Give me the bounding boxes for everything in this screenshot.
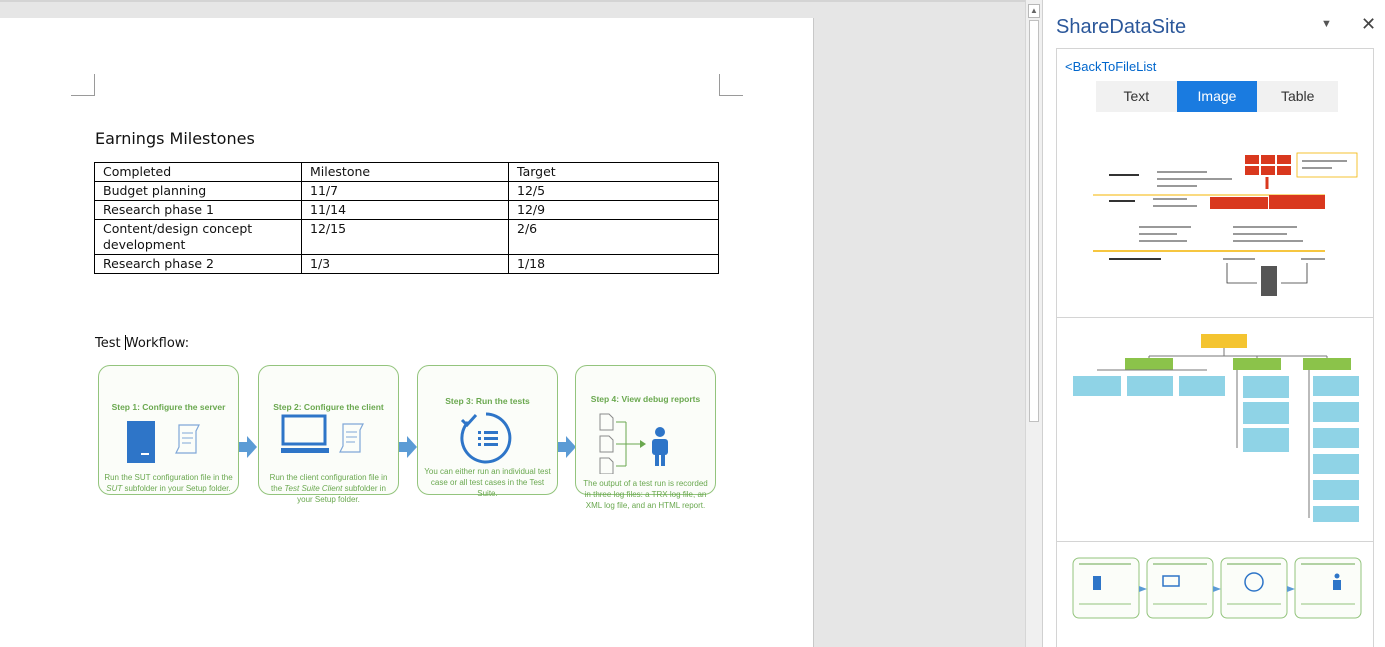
back-to-file-list-link[interactable]: <BackToFileList (1065, 59, 1156, 74)
table-cell[interactable]: 12/15 (301, 219, 509, 255)
table-row: Content/design concept development 12/15… (94, 219, 719, 255)
step-title: Step 3: Run the tests (445, 396, 530, 406)
ruler-line (0, 0, 1025, 2)
tab-bar: Text Image Table (1096, 81, 1339, 112)
page-corner-mark-right (719, 74, 743, 96)
table-cell[interactable]: 1/3 (301, 254, 509, 274)
tab-text[interactable]: Text (1096, 81, 1177, 112)
document-page[interactable] (0, 18, 814, 647)
table-cell[interactable]: Research phase 2 (94, 254, 302, 274)
table-header-cell[interactable]: Completed (94, 162, 302, 182)
task-pane: ShareDataSite ▼ ✕ <BackToFileList Text I… (1042, 0, 1385, 647)
run-tests-icon (460, 412, 512, 464)
workflow-label-part: Workflow: (125, 336, 190, 351)
log-files-to-user-icon (599, 413, 668, 474)
tab-table[interactable]: Table (1257, 81, 1339, 112)
step-description: You can either run an individual test ca… (424, 467, 551, 498)
table-cell[interactable]: 1/18 (508, 254, 719, 274)
table-cell[interactable]: Budget planning (94, 181, 302, 201)
scrollbar-thumb[interactable] (1029, 20, 1039, 422)
table-cell[interactable]: 2/6 (508, 219, 719, 255)
step-description: Run the client configuration file in the… (263, 472, 394, 505)
step-title: Step 1: Configure the server (111, 402, 226, 412)
page-corner-mark-left (71, 74, 95, 96)
test-workflow-image (1072, 557, 1362, 619)
architecture-diagram-image (1093, 152, 1358, 296)
computer-icon (281, 414, 364, 453)
table-header-cell[interactable]: Target (508, 162, 719, 182)
flow-arrow-stem (399, 442, 407, 452)
workflow-step-3[interactable]: Step 3: Run the tests You can either run… (417, 365, 558, 498)
table-cell[interactable]: 12/5 (508, 181, 719, 201)
chevron-down-icon[interactable]: ▼ (1321, 18, 1332, 30)
step-desc-emphasis: SUT (106, 484, 123, 493)
scroll-up-arrow-icon[interactable]: ▲ (1028, 4, 1040, 18)
step-desc-text: subfolder in your Setup folder. (122, 484, 231, 493)
document-heading[interactable]: Earnings Milestones (95, 129, 255, 148)
table-header-row: Completed Milestone Target (94, 162, 719, 182)
table-row: Research phase 1 11/14 12/9 (94, 200, 719, 220)
org-chart-image (1073, 334, 1359, 522)
table-cell[interactable]: 11/14 (301, 200, 509, 220)
workflow-step-1[interactable]: Step 1: Configure the server Run the SUT… (98, 365, 239, 495)
table-row: Research phase 2 1/3 1/18 (94, 254, 719, 274)
workflow-label[interactable]: Test Workflow: (95, 335, 189, 351)
step-title: Step 2: Configure the client (273, 402, 384, 412)
step-title: Step 4: View debug reports (590, 394, 701, 404)
flow-arrow-stem (558, 442, 566, 452)
table-cell[interactable]: Research phase 1 (94, 200, 302, 220)
workflow-step-2[interactable]: Step 2: Configure the client Run the cli… (258, 365, 399, 504)
image-thumbnail-org-chart[interactable] (1057, 317, 1373, 541)
flow-arrow-stem (239, 442, 247, 452)
step-description: Run the SUT configuration file in the SU… (103, 472, 234, 494)
pane-title: ShareDataSite (1056, 16, 1187, 38)
image-thumbnail-architecture[interactable] (1057, 139, 1373, 317)
workflow-label-part: Test (95, 336, 125, 351)
table-cell[interactable]: 12/9 (508, 200, 719, 220)
flow-arrow-icon (407, 436, 417, 458)
milestones-table[interactable]: Completed Milestone Target Budget planni… (94, 162, 719, 274)
close-icon[interactable]: ✕ (1361, 14, 1376, 35)
table-cell[interactable]: 11/7 (301, 181, 509, 201)
step-desc-emphasis: Test Suite Client (284, 484, 343, 493)
table-header-cell[interactable]: Milestone (301, 162, 509, 182)
document-canvas[interactable]: Earnings Milestones Completed Milestone … (0, 0, 1025, 647)
flow-arrow-icon (247, 436, 257, 458)
image-thumbnail-test-workflow[interactable] (1057, 541, 1373, 637)
step-desc-text: Run the SUT configuration file in the (104, 473, 233, 482)
server-icon (127, 421, 200, 463)
tab-image[interactable]: Image (1176, 81, 1258, 112)
table-cell[interactable]: Content/design concept development (94, 219, 302, 255)
step-description: The output of a test run is recorded in … (583, 479, 708, 510)
addin-content: <BackToFileList Text Image Table (1056, 48, 1374, 647)
vertical-scrollbar[interactable]: ▲ (1025, 0, 1042, 647)
table-row: Budget planning 11/7 12/5 (94, 181, 719, 201)
workflow-step-4[interactable]: Step 4: View debug reports The output of… (575, 365, 716, 510)
